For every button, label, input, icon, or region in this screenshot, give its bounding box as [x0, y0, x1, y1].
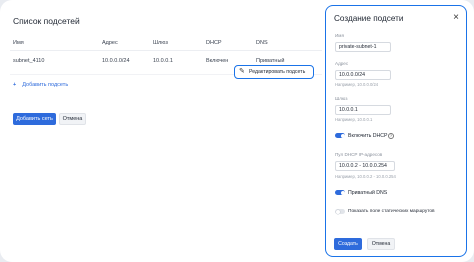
address-hint: Например, 10.0.0.0/24: [335, 82, 379, 87]
add-subnet-link[interactable]: + Добавить подсеть: [13, 82, 68, 88]
edit-subnet-label: Редактировать подсеть: [249, 69, 306, 75]
create-subnet-dialog: Создание подсети × Имя private-subnet-1 …: [325, 5, 467, 257]
column-header-gateway: Шлюз: [153, 40, 168, 46]
help-icon[interactable]: ?: [388, 132, 394, 139]
create-button[interactable]: Создать: [334, 238, 362, 250]
column-header-name: Имя: [13, 40, 24, 46]
dhcp-toggle[interactable]: [335, 133, 345, 138]
toggle-knob: [335, 209, 340, 214]
table-header-divider: [10, 50, 322, 51]
toggle-knob: [340, 133, 345, 138]
gateway-hint: Например, 10.0.0.1: [335, 117, 373, 122]
cell-address: 10.0.0.0/24: [102, 58, 130, 64]
cancel-button[interactable]: Отмена: [59, 113, 86, 125]
add-network-button[interactable]: Добавить сеть: [13, 113, 56, 125]
column-header-dhcp: DHCP: [206, 40, 222, 46]
cell-dhcp: Включен: [206, 58, 229, 64]
name-input[interactable]: private-subnet-1: [335, 42, 391, 52]
cell-name: subnet_4110: [13, 58, 45, 64]
column-header-address: Адрес: [102, 40, 118, 46]
pencil-icon: ✎: [239, 68, 245, 75]
address-input[interactable]: 10.0.0.0/24: [335, 70, 391, 80]
static-routes-label: Показать поле статических маршрутов: [348, 209, 435, 214]
private-dns-label: Приватный DNS: [348, 190, 388, 196]
cell-gateway: 10.0.0.1: [153, 58, 173, 64]
toggle-knob: [340, 190, 345, 195]
dialog-title: Создание подсети: [334, 14, 404, 23]
dhcp-pool-input[interactable]: 10.0.0.2 - 10.0.0.254: [335, 161, 395, 171]
dhcp-pool-hint: Например, 10.0.0.2 - 10.0.0.254: [335, 174, 396, 179]
close-icon[interactable]: ×: [453, 12, 459, 23]
column-header-dns: DNS: [256, 40, 268, 46]
cell-dns: Приватный: [256, 58, 285, 64]
dhcp-pool-label: Пул DHCP IP-адресов: [335, 152, 383, 157]
gateway-input[interactable]: 10.0.0.1: [335, 105, 391, 115]
private-dns-toggle[interactable]: [335, 190, 345, 195]
gateway-label: Шлюз: [335, 96, 348, 101]
plus-icon: +: [13, 82, 17, 88]
dhcp-toggle-label: Включить DHCP: [348, 133, 388, 139]
page-title: Список подсетей: [13, 16, 80, 26]
static-routes-toggle[interactable]: [335, 209, 345, 214]
name-label: Имя: [335, 33, 344, 38]
add-subnet-label: Добавить подсеть: [22, 82, 69, 88]
dialog-cancel-button[interactable]: Отмена: [367, 238, 395, 250]
edit-subnet-menu-item[interactable]: ✎ Редактировать подсеть: [234, 65, 314, 79]
address-label: Адрес: [335, 61, 349, 66]
